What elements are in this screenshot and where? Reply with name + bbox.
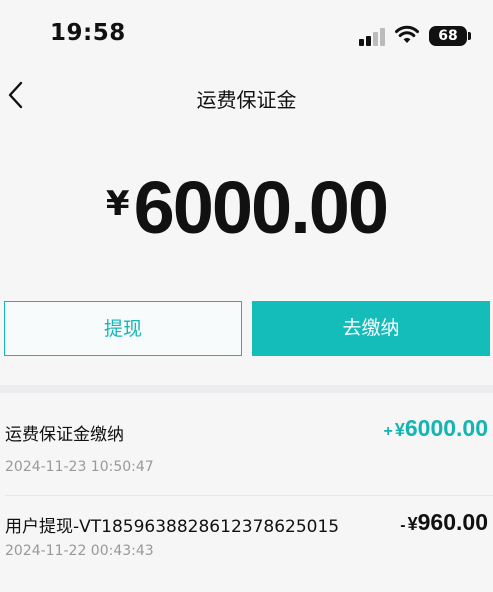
transaction-row[interactable]: 用户提现-VT1859638828612378625015 2024-11-22… <box>0 496 493 592</box>
balance-currency: ¥ <box>105 184 130 224</box>
nav-bar: 运费保证金 <box>0 72 493 122</box>
cellular-signal-icon <box>359 28 385 46</box>
transaction-title: 运费保证金缴纳 <box>5 425 124 445</box>
section-divider <box>0 385 493 393</box>
status-time: 19:58 <box>50 20 126 46</box>
amount-value: 6000.00 <box>404 415 488 441</box>
transaction-time: 2024-11-22 00:43:43 <box>5 543 154 559</box>
pay-button[interactable]: 去缴纳 <box>252 301 490 356</box>
transaction-time: 2024-11-23 10:50:47 <box>5 459 154 475</box>
transaction-row[interactable]: 运费保证金缴纳 2024-11-23 10:50:47 + ¥6000.00 <box>0 400 493 496</box>
transaction-title: 用户提现-VT1859638828612378625015 <box>5 517 340 537</box>
battery-icon: 68 <box>429 26 467 46</box>
amount-value: 960.00 <box>417 509 488 535</box>
page-title: 运费保证金 <box>196 88 297 112</box>
balance-display: ¥6000.00 <box>0 165 493 250</box>
amount-sign: + <box>383 423 393 440</box>
battery-tip <box>468 32 471 40</box>
withdraw-button[interactable]: 提现 <box>4 301 242 356</box>
wifi-icon <box>395 25 419 43</box>
status-bar: 19:58 68 <box>0 0 493 70</box>
amount-sign: - <box>400 517 406 534</box>
transaction-amount: - ¥960.00 <box>400 509 488 536</box>
transaction-amount: + ¥6000.00 <box>384 415 489 442</box>
amount-currency: ¥ <box>407 514 418 534</box>
balance-amount: 6000.00 <box>133 166 389 249</box>
amount-currency: ¥ <box>394 420 405 440</box>
